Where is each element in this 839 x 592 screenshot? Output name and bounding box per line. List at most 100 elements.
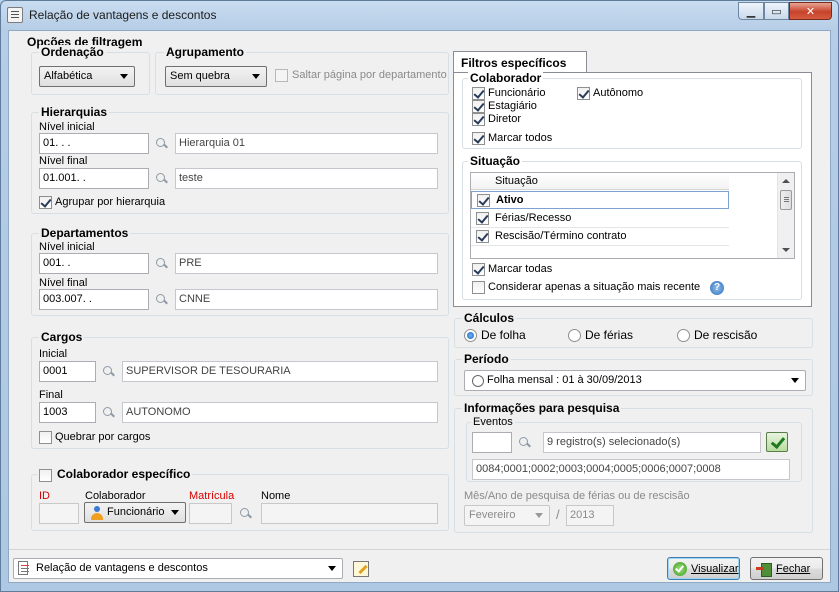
termination-radio-label: De rescisão: [694, 328, 758, 342]
id-input[interactable]: [39, 503, 79, 524]
event-code-input[interactable]: [472, 432, 512, 453]
close-button-label: Fechar: [776, 562, 811, 575]
registration-input[interactable]: [189, 503, 232, 524]
situation-column-header[interactable]: Situação: [471, 173, 729, 190]
maximize-button[interactable]: ▭: [764, 2, 789, 20]
position-initial-desc: SUPERVISOR DE TESOURARIA: [122, 361, 438, 382]
employee-type-value: Funcionário: [107, 506, 165, 518]
hierarchies-title: Hierarquias: [39, 105, 110, 119]
calculations-title: Cálculos: [462, 311, 517, 325]
view-button[interactable]: Visualizar: [667, 557, 740, 580]
period-value: Folha mensal : 01 à 30/09/2013: [487, 374, 642, 386]
department-initial-desc: PRE: [175, 253, 438, 274]
edit-report-icon[interactable]: [353, 561, 369, 577]
select-all-employees-checkbox[interactable]: [472, 132, 485, 145]
director-checkbox-label: Diretor: [488, 113, 522, 125]
situation-row-checkbox[interactable]: [476, 230, 489, 243]
month-year-separator: /: [556, 507, 560, 522]
vacation-radio[interactable]: [568, 329, 581, 342]
id-label: ID: [39, 490, 50, 502]
director-checkbox[interactable]: [472, 113, 485, 126]
department-initial-label: Nível inicial: [39, 241, 95, 253]
employee-type-title: Colaborador: [468, 71, 544, 85]
minimize-button[interactable]: ▁: [738, 2, 764, 20]
termination-radio[interactable]: [677, 329, 690, 342]
break-by-position-checkbox[interactable]: [39, 431, 52, 444]
department-final-code-input[interactable]: 003.007. .: [39, 289, 149, 310]
skip-page-checkbox[interactable]: [275, 69, 288, 82]
search-icon[interactable]: [517, 435, 533, 451]
checkmark-icon: [673, 561, 687, 576]
select-all-employees-label: Marcar todos: [488, 132, 553, 144]
name-input[interactable]: [261, 503, 438, 524]
select-all-situations-checkbox[interactable]: [472, 263, 485, 276]
positions-group: Cargos Inicial 0001 SUPERVISOR DE TESOUR…: [31, 330, 449, 449]
search-icon[interactable]: [238, 506, 254, 522]
chevron-down-icon: [252, 74, 260, 79]
latest-situation-checkbox[interactable]: [472, 281, 485, 294]
period-group: Período Folha mensal : 01 à 30/09/2013: [454, 352, 813, 396]
employee-checkbox[interactable]: [472, 87, 485, 100]
month-value: Fevereiro: [469, 509, 516, 521]
list-item[interactable]: Ativo: [471, 191, 729, 209]
scroll-up-icon[interactable]: [782, 179, 790, 183]
chevron-down-icon: [120, 74, 128, 79]
search-icon[interactable]: [154, 136, 170, 152]
hierarchies-group: Hierarquias Nível inicial 01. . . Hierar…: [31, 105, 449, 214]
ordering-group: Ordenação Alfabética: [31, 45, 150, 95]
period-select[interactable]: Folha mensal : 01 à 30/09/2013: [464, 370, 806, 391]
close-window-button[interactable]: ✕: [789, 2, 832, 20]
tab-specific-filters[interactable]: Filtros específicos: [453, 51, 587, 73]
events-group: Eventos 9 registro(s) selecionado(s) 008…: [466, 416, 802, 482]
help-icon[interactable]: ?: [710, 281, 724, 295]
events-codes: 0084;0001;0002;0003;0004;0005;0006;0007;…: [472, 459, 790, 480]
ordering-title: Ordenação: [39, 45, 106, 59]
search-icon[interactable]: [101, 364, 117, 380]
chevron-down-icon: [535, 513, 543, 518]
situation-row-checkbox[interactable]: [476, 212, 489, 225]
hierarchy-initial-code-input[interactable]: 01. . .: [39, 133, 149, 154]
hierarchy-initial-desc: Hierarquia 01: [175, 133, 438, 154]
situation-list[interactable]: Situação Ativo Férias/Recesso Rescisão/T…: [470, 172, 795, 259]
month-select[interactable]: Fevereiro: [464, 505, 550, 526]
autonomous-checkbox[interactable]: [577, 87, 590, 100]
search-icon[interactable]: [101, 405, 117, 421]
department-final-desc: CNNE: [175, 289, 438, 310]
situation-row-checkbox[interactable]: [477, 194, 490, 207]
confirm-events-button[interactable]: [766, 432, 788, 452]
break-by-position-label: Quebrar por cargos: [55, 431, 151, 443]
position-initial-code-input[interactable]: 0001: [39, 361, 96, 382]
position-final-code-input[interactable]: 1003: [39, 402, 96, 423]
grouping-group: Agrupamento Sem quebra Saltar página por…: [155, 45, 449, 95]
report-select[interactable]: Relação de vantagens e descontos: [13, 558, 343, 579]
report-icon: [18, 561, 29, 575]
payroll-radio[interactable]: [464, 329, 477, 342]
search-icon[interactable]: [154, 292, 170, 308]
intern-checkbox[interactable]: [472, 100, 485, 113]
position-final-desc: AUTONOMO: [122, 402, 438, 423]
scroll-thumb[interactable]: [780, 190, 792, 210]
group-by-hierarchy-checkbox[interactable]: [39, 196, 52, 209]
situation-scrollbar[interactable]: [777, 173, 794, 258]
footer-divider: [9, 549, 830, 550]
events-summary: 9 registro(s) selecionado(s): [543, 432, 761, 453]
list-item[interactable]: Rescisão/Término contrato: [471, 228, 729, 246]
specific-employee-title: Colaborador específico: [37, 467, 193, 481]
close-button[interactable]: Fechar: [750, 557, 823, 580]
department-initial-code-input[interactable]: 001. .: [39, 253, 149, 274]
scroll-down-icon[interactable]: [782, 248, 790, 252]
grouping-select[interactable]: Sem quebra: [165, 66, 267, 87]
hierarchy-final-code-input[interactable]: 01.001. .: [39, 168, 149, 189]
list-item[interactable]: Férias/Recesso: [471, 210, 729, 228]
name-label: Nome: [261, 490, 291, 502]
specific-employee-checkbox[interactable]: [39, 469, 52, 482]
ordering-select[interactable]: Alfabética: [39, 66, 135, 87]
close-icon: ✕: [805, 5, 816, 18]
employee-checkbox-label: Funcionário: [488, 87, 546, 99]
search-icon[interactable]: [154, 256, 170, 272]
year-input[interactable]: 2013: [566, 505, 614, 526]
search-icon[interactable]: [154, 171, 170, 187]
chevron-down-icon: [328, 566, 336, 571]
situation-title: Situação: [468, 154, 523, 168]
employee-type-select[interactable]: Funcionário: [84, 502, 186, 523]
